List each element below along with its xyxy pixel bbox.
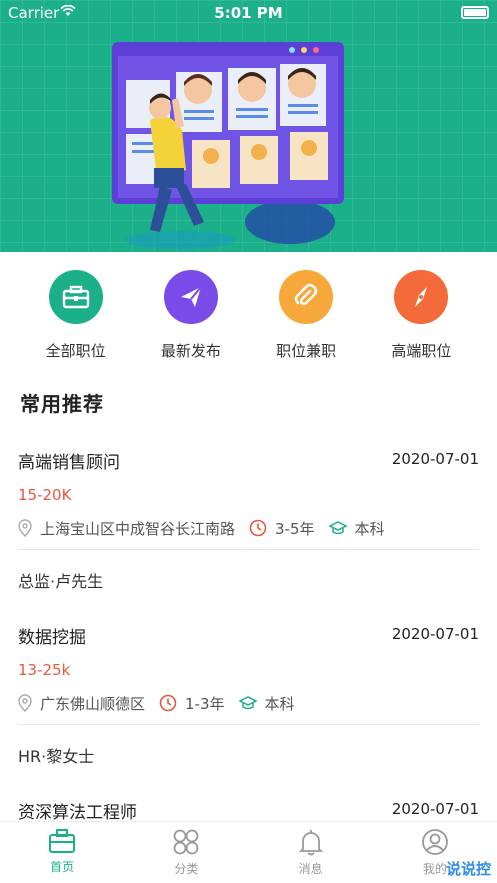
job-location: 上海宝山区中成智谷长江南路 (40, 519, 236, 538)
job-experience: 1-3年 (185, 694, 225, 713)
user-icon (421, 829, 448, 855)
clock-icon (159, 694, 177, 712)
category-label: 全部职位 (45, 342, 106, 360)
tab-messages[interactable]: 消息 (249, 822, 373, 883)
watermark: 说说控 (445, 860, 491, 878)
tab-home[interactable]: 首页 (0, 822, 124, 883)
location-pin-icon (18, 519, 32, 537)
job-recruiter: 总监·卢先生 (18, 572, 104, 591)
job-location: 广东佛山顺德区 (40, 694, 146, 713)
tab-label: 分类 (174, 862, 199, 876)
tab-bar: 首页 分类 消息 我的 (0, 821, 497, 883)
job-meta: 广东佛山顺德区 1-3年 本科 (18, 693, 309, 713)
category-label: 高端职位 (391, 342, 452, 360)
hero-banner[interactable]: Carrier 5:01 PM (0, 0, 497, 252)
briefcase-icon (49, 829, 76, 853)
briefcase-icon (48, 270, 103, 324)
job-list: 高端销售顾问 2020-07-01 15-20K 上海宝山区中成智谷长江南路 3… (0, 434, 497, 844)
job-date: 2020-07-01 (391, 800, 479, 818)
bell-icon (298, 830, 323, 856)
compass-icon (394, 270, 449, 324)
job-title: 数据挖掘 (18, 628, 86, 648)
job-date: 2020-07-01 (391, 450, 479, 468)
job-education: 本科 (264, 694, 295, 713)
category-all-jobs[interactable]: 全部职位 (26, 270, 126, 370)
location-pin-icon (18, 694, 32, 712)
job-recruiter: HR·黎女士 (18, 747, 95, 766)
job-date: 2020-07-01 (391, 625, 479, 643)
job-title: 高端销售顾问 (18, 453, 120, 473)
divider (18, 724, 479, 725)
job-title: 资深算法工程师 (18, 803, 137, 823)
tab-label: 消息 (298, 862, 323, 876)
category-shortcuts: 全部职位 最新发布 职位兼职 高端职位 (0, 270, 497, 370)
job-card[interactable]: 数据挖掘 2020-07-01 13-25k 广东佛山顺德区 1-3年 本科 H… (0, 609, 497, 784)
section-title: 常用推荐 (20, 392, 104, 416)
job-card[interactable]: 高端销售顾问 2020-07-01 15-20K 上海宝山区中成智谷长江南路 3… (0, 434, 497, 609)
graduation-cap-icon (328, 521, 347, 535)
category-label: 最新发布 (160, 342, 221, 360)
paperclip-icon (279, 270, 334, 324)
category-part-time[interactable]: 职位兼职 (256, 270, 356, 370)
job-salary: 15-20K (18, 486, 72, 504)
clock-icon (249, 519, 267, 537)
job-education: 本科 (354, 519, 385, 538)
hero-illustration (112, 42, 344, 249)
graduation-cap-icon (238, 696, 257, 710)
job-salary: 13-25k (18, 661, 71, 679)
category-label: 职位兼职 (276, 342, 337, 360)
tab-label: 我的 (422, 862, 447, 876)
tab-category[interactable]: 分类 (124, 822, 248, 883)
category-senior[interactable]: 高端职位 (371, 270, 471, 370)
job-experience: 3-5年 (275, 519, 315, 538)
job-meta: 上海宝山区中成智谷长江南路 3-5年 本科 (18, 518, 399, 538)
tab-label: 首页 (50, 860, 75, 874)
category-latest[interactable]: 最新发布 (141, 270, 241, 370)
paper-plane-icon (163, 270, 218, 324)
grid-icon (173, 829, 199, 855)
divider (18, 549, 479, 550)
